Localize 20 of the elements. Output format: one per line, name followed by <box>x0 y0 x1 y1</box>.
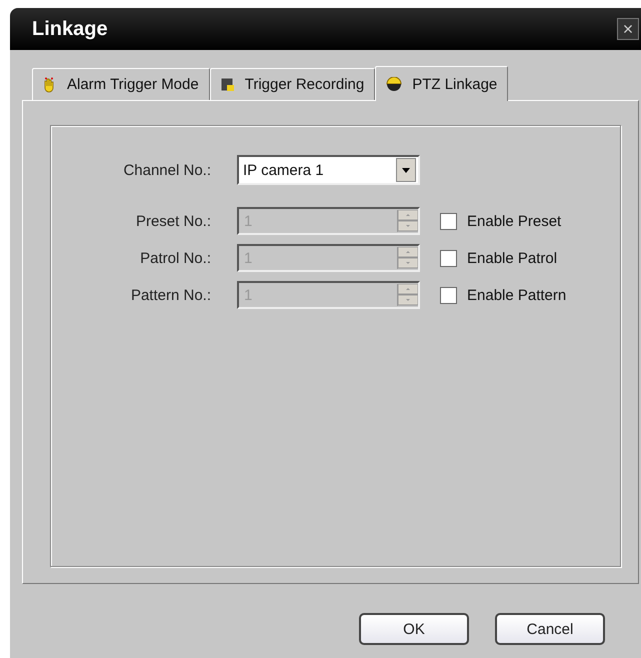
checkbox-label: Enable Preset <box>467 212 562 230</box>
field-label: Preset No.: <box>134 212 211 230</box>
window-title: Linkage <box>32 18 108 40</box>
square-icon <box>220 78 235 92</box>
field-label: Patrol No.: <box>139 250 211 266</box>
tab[interactable]: Trigger Recording <box>210 68 376 100</box>
dialog-button[interactable]: Cancel <box>495 613 605 645</box>
spin-arrows-icon <box>397 284 418 306</box>
checkbox-label: Enable Patrol <box>467 250 558 266</box>
tab[interactable]: PTZ Linkage <box>375 66 508 101</box>
dialog-button[interactable]: OK <box>359 613 469 645</box>
spin-arrows-icon <box>397 247 418 269</box>
dome-icon <box>386 77 402 91</box>
close-button[interactable]: × <box>617 18 639 40</box>
checkbox-label: Enable Pattern <box>467 286 566 304</box>
spin-arrows-icon <box>397 210 418 232</box>
field-label: Channel No.: <box>122 162 211 178</box>
tab[interactable]: Alarm Trigger Mode <box>32 68 210 100</box>
channel-dropdown[interactable]: IP camera 1 <box>237 155 420 185</box>
field-label: Pattern No.: <box>130 286 211 304</box>
